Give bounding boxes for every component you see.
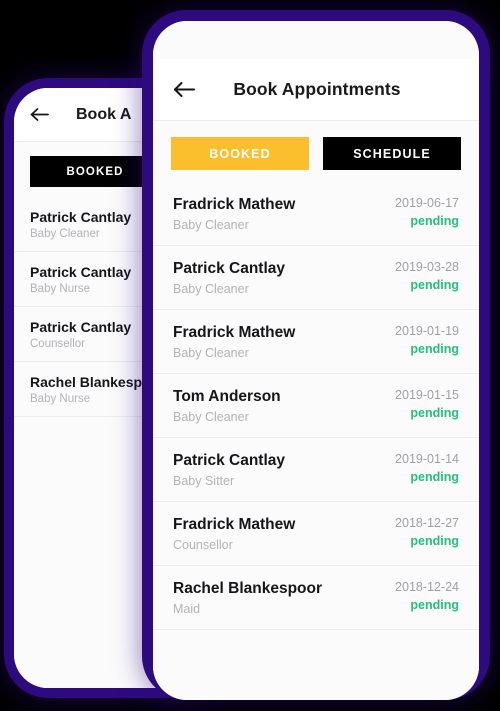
appointment-name: Fradrick Mathew [173, 196, 296, 213]
appointment-name: Patrick Cantlay [30, 264, 132, 280]
appointment-role: Counsellor [30, 338, 85, 350]
appointment-role: Baby Cleaner [30, 228, 100, 240]
appointment-role: Baby Cleaner [173, 410, 249, 424]
background-tab-booked[interactable]: BOOKED [30, 156, 160, 187]
table-row[interactable]: Patrick Cantlay Baby Sitter 2019-01-14 p… [153, 438, 479, 502]
status-badge: pending [410, 406, 459, 420]
appointment-role: Baby Cleaner [173, 346, 249, 360]
appointment-date: 2019-06-17 [395, 196, 459, 210]
table-row[interactable]: Fradrick Mathew Counsellor 2018-12-27 pe… [153, 502, 479, 566]
appointment-name: Patrick Cantlay [30, 209, 132, 225]
appointment-role: Maid [173, 602, 201, 616]
status-badge: pending [410, 278, 459, 292]
table-row[interactable]: Fradrick Mathew Baby Cleaner 2019-06-17 … [153, 182, 479, 246]
appointment-role: Baby Nurse [30, 283, 91, 295]
appointment-name: Tom Anderson [173, 388, 281, 405]
status-badge: pending [410, 534, 459, 548]
appointment-name: Patrick Cantlay [30, 319, 132, 335]
table-row[interactable]: Patrick Cantlay Baby Cleaner 2019-03-28 … [153, 246, 479, 310]
appointment-date: 2018-12-27 [395, 516, 459, 530]
appointment-name: Fradrick Mathew [173, 516, 296, 533]
screenshot-stage: Book A BOOKED Patrick Cantlay Baby Clean… [0, 0, 500, 711]
back-arrow-icon[interactable] [173, 81, 197, 98]
appbar: Book Appointments [153, 59, 479, 121]
page-title: Book Appointments [233, 79, 401, 99]
status-badge: pending [410, 598, 459, 612]
foreground-app: Book Appointments BOOKED SCHEDULE Fradri… [153, 21, 479, 700]
appointment-date: 2019-01-15 [395, 388, 459, 402]
back-arrow-icon[interactable] [30, 107, 50, 122]
appointment-date: 2018-12-24 [395, 580, 459, 594]
appointment-date: 2019-01-14 [395, 452, 459, 466]
appointment-name: Rachel Blankespoor [173, 580, 323, 597]
tab-booked[interactable]: BOOKED [171, 137, 309, 170]
foreground-phone-screen: Book Appointments BOOKED SCHEDULE Fradri… [153, 21, 479, 700]
appointment-name: Patrick Cantlay [173, 260, 285, 277]
appointment-date: 2019-03-28 [395, 260, 459, 274]
tab-group: BOOKED SCHEDULE [153, 121, 479, 182]
tab-schedule[interactable]: SCHEDULE [323, 137, 461, 170]
appointment-role: Baby Cleaner [173, 282, 249, 296]
appointment-role: Baby Sitter [173, 474, 235, 488]
appointment-name: Fradrick Mathew [173, 324, 296, 341]
appointment-role: Baby Cleaner [173, 218, 249, 232]
appointment-name: Patrick Cantlay [173, 452, 285, 469]
appointment-role: Counsellor [173, 538, 233, 552]
appointment-date: 2019-01-19 [395, 324, 459, 338]
table-row[interactable]: Rachel Blankespoor Maid 2018-12-24 pendi… [153, 566, 479, 630]
status-badge: pending [410, 470, 459, 484]
appointment-list[interactable]: Fradrick Mathew Baby Cleaner 2019-06-17 … [153, 182, 479, 700]
status-badge: pending [410, 214, 459, 228]
table-row[interactable]: Fradrick Mathew Baby Cleaner 2019-01-19 … [153, 310, 479, 374]
table-row[interactable]: Tom Anderson Baby Cleaner 2019-01-15 pen… [153, 374, 479, 438]
status-badge: pending [410, 342, 459, 356]
